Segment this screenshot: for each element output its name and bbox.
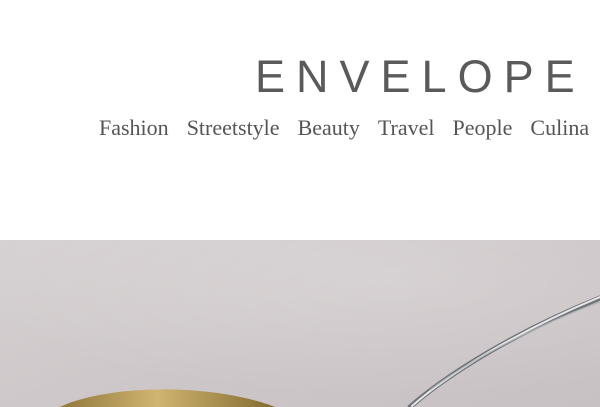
nav-item-culina[interactable]: Culina (530, 117, 589, 139)
sunglasses-image (0, 240, 600, 407)
site-logo[interactable]: ENVELOPE (255, 54, 586, 99)
nav-item-travel[interactable]: Travel (378, 117, 435, 139)
nav-item-streetstyle[interactable]: Streetstyle (187, 117, 280, 139)
nav-item-people[interactable]: People (453, 117, 513, 139)
site-header: ENVELOPE Fashion Streetstyle Beauty Travel P… (0, 0, 600, 240)
nav-item-fashion[interactable]: Fashion (99, 117, 169, 139)
nav-item-beauty[interactable]: Beauty (298, 117, 360, 139)
hero-image[interactable] (0, 240, 600, 407)
main-nav: Fashion Streetstyle Beauty Travel People Culi… (99, 117, 600, 139)
